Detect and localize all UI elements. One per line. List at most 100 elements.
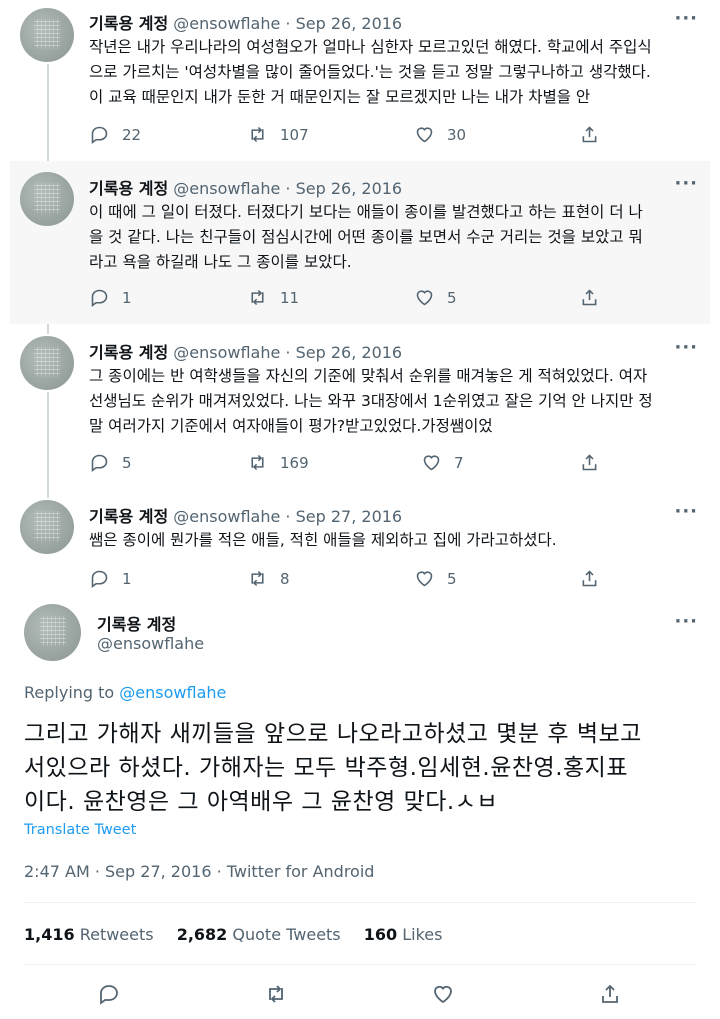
handle[interactable]: @ensowflahe	[173, 507, 280, 526]
translate-tweet-link[interactable]: Translate Tweet	[24, 822, 136, 838]
reply-icon	[91, 126, 108, 144]
separator: ·	[285, 343, 291, 362]
more-icon[interactable]: ···	[674, 8, 698, 29]
more-icon[interactable]: ···	[674, 173, 698, 194]
tweet-line: 이다. 윤찬영은 그 아역배우 그 윤찬영 맞다.ㅅㅂ	[24, 789, 499, 815]
display-name[interactable]: 기록용 계정	[89, 507, 168, 526]
retweet-icon	[251, 570, 264, 587]
more-icon[interactable]: ···	[674, 337, 698, 358]
tweet-date[interactable]: Sep 26, 2016	[296, 179, 403, 198]
more-icon[interactable]: ···	[674, 501, 698, 522]
likes-count: 160	[363, 925, 398, 944]
retweet-count: 11	[280, 288, 300, 307]
quotes-count: 2,682	[176, 925, 228, 944]
display-name[interactable]: 기록용 계정	[97, 611, 176, 635]
tweet-actions: 5 169 7	[89, 452, 609, 476]
replying-to: Replying to @ensowflahe	[24, 683, 226, 702]
handle[interactable]: @ensowflahe	[173, 179, 280, 198]
tweet-timestamp[interactable]: 2:47 AM · Sep 27, 2016 · Twitter for And…	[24, 862, 374, 881]
tweet[interactable]: 기록용 계정 @ensowflahe · Sep 26, 2016 ··· 그 …	[0, 326, 720, 488]
divider	[24, 902, 696, 903]
share-icon	[582, 454, 597, 471]
tweet-line: 그 종이에는 반 여학생들을 자신의 기준에 맞춰서 순위를 매겨놓은 게 적혀…	[89, 367, 648, 385]
quote-tweets-stat[interactable]: 2,682 Quote Tweets	[177, 925, 341, 944]
tweet-line: 선생님도 순위가 매겨져있었다. 나는 와꾸 3대장에서 1순위였고 잘은 기억…	[89, 392, 653, 410]
tweet-line: 말 여러가지 기준에서 여자애들이 평가?받고있었다.가정쌤이었	[89, 417, 493, 435]
like-count: 7	[454, 453, 464, 472]
display-name[interactable]: 기록용 계정	[89, 343, 168, 362]
replying-to-link[interactable]: @ensowflahe	[119, 683, 226, 702]
tweet-date[interactable]: Sep 26, 2016	[296, 14, 403, 33]
avatar[interactable]	[20, 500, 74, 554]
avatar[interactable]	[20, 8, 74, 62]
likes-stat[interactable]: 160 Likes	[364, 925, 443, 944]
tweet-stats: 1,416 Retweets 2,682 Quote Tweets 160 Li…	[24, 925, 460, 944]
share-button[interactable]	[579, 287, 600, 308]
retweet-icon	[251, 126, 264, 143]
retweet-icon	[251, 289, 264, 306]
retweet-count: 169	[280, 453, 309, 472]
avatar[interactable]	[20, 172, 74, 226]
like-icon	[416, 571, 433, 587]
tweet-line: 쌤은 종이에 뭔가를 적은 애들, 적힌 애들을 제외하고 집에 가라고하셨다.	[89, 531, 557, 549]
reply-button[interactable]: 1	[89, 287, 132, 308]
tweet-date[interactable]: Sep 27, 2016	[296, 507, 403, 526]
handle[interactable]: @ensowflahe	[173, 14, 280, 33]
tweet[interactable]: 기록용 계정 @ensowflahe · Sep 26, 2016 ··· 이 …	[10, 161, 710, 324]
tweet-date[interactable]: Sep 26, 2016	[296, 343, 403, 362]
divider	[24, 964, 696, 965]
like-button[interactable]: 30	[414, 124, 466, 145]
tweet-line: 이 때에 그 일이 터졌다. 터졌다기 보다는 애들이 종이를 발견했다고 하는…	[89, 203, 643, 221]
retweets-stat[interactable]: 1,416 Retweets	[24, 925, 154, 944]
display-name[interactable]: 기록용 계정	[89, 14, 168, 33]
share-button[interactable]	[579, 124, 600, 145]
retweet-button[interactable]: 8	[247, 568, 290, 589]
retweets-label: Retweets	[79, 925, 154, 944]
share-button[interactable]	[598, 982, 622, 1006]
reply-count: 5	[122, 453, 132, 472]
retweet-button[interactable]: 107	[247, 124, 309, 145]
retweet-button[interactable]	[264, 982, 288, 1006]
like-button[interactable]	[431, 982, 455, 1006]
reply-button[interactable]: 22	[89, 124, 141, 145]
reply-count: 22	[122, 125, 142, 144]
retweet-count: 8	[280, 569, 290, 588]
retweet-icon	[251, 454, 264, 471]
retweet-button[interactable]: 169	[247, 452, 309, 473]
avatar[interactable]	[20, 336, 74, 390]
share-button[interactable]	[579, 568, 600, 589]
tweet-text: 그 종이에는 반 여학생들을 자신의 기준에 맞춰서 순위를 매겨놓은 게 적혀…	[89, 364, 689, 439]
tweet-actions: 1 11 5	[89, 287, 609, 311]
like-button[interactable]: 5	[414, 568, 457, 589]
separator: ·	[285, 507, 291, 526]
reply-icon	[91, 570, 108, 588]
handle[interactable]: @ensowflahe	[97, 634, 204, 653]
tweet-line: 을 것 같다. 나는 친구들이 점심시간에 어떤 종이를 보면서 수군 거리는 …	[89, 228, 643, 246]
handle[interactable]: @ensowflahe	[173, 343, 280, 362]
share-icon	[582, 126, 597, 143]
tweet-text: 쌤은 종이에 뭔가를 적은 애들, 적힌 애들을 제외하고 집에 가라고하셨다.	[89, 528, 689, 553]
like-button[interactable]: 7	[421, 452, 464, 473]
reply-icon	[91, 454, 108, 472]
share-button[interactable]	[579, 452, 600, 473]
retweet-button[interactable]: 11	[247, 287, 299, 308]
reply-button[interactable]: 5	[89, 452, 132, 473]
avatar[interactable]	[24, 604, 81, 661]
tweet[interactable]: 기록용 계정 @ensowflahe · Sep 27, 2016 ··· 쌤은…	[0, 490, 720, 598]
display-name[interactable]: 기록용 계정	[89, 179, 168, 198]
reply-button[interactable]	[97, 982, 121, 1006]
tweet-text: 작년은 내가 우리나라의 여성혐오가 얼마나 심한자 모르고있던 해였다. 학교…	[89, 35, 689, 110]
reply-count: 1	[122, 288, 132, 307]
share-icon	[582, 570, 597, 587]
reply-count: 1	[122, 569, 132, 588]
reply-button[interactable]: 1	[89, 568, 132, 589]
separator: ·	[285, 179, 291, 198]
tweet-line: 그리고 가해자 새끼들을 앞으로 나오라고하셨고 몇분 후 벽보고	[24, 721, 642, 747]
tweet[interactable]: 기록용 계정 @ensowflahe · Sep 26, 2016 ··· 작년…	[0, 0, 720, 160]
tweet-line: 으로 가르치는 '여성차별을 많이 줄어들었다.'는 것을 듣고 정말 그렇구나…	[89, 63, 651, 81]
quotes-label: Quote Tweets	[232, 925, 341, 944]
main-tweet-text: 그리고 가해자 새끼들을 앞으로 나오라고하셨고 몇분 후 벽보고 서있으라 하…	[24, 717, 704, 819]
more-icon[interactable]: ···	[674, 611, 698, 632]
like-button[interactable]: 5	[414, 287, 457, 308]
like-count: 5	[447, 569, 457, 588]
